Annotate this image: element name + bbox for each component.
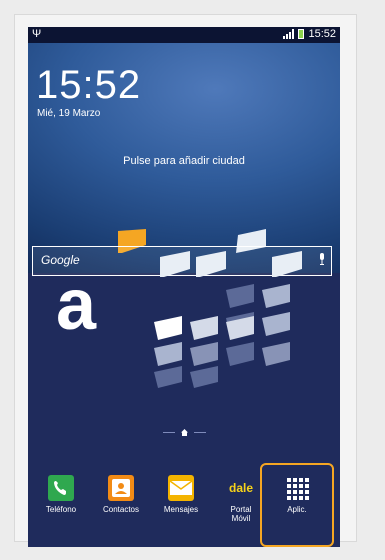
apps-highlight bbox=[260, 463, 334, 547]
brand-bubble-white-3 bbox=[272, 251, 302, 277]
brand-pattern bbox=[154, 284, 290, 388]
messages-icon bbox=[168, 475, 194, 501]
brand-bubble-white-1 bbox=[160, 251, 190, 277]
signal-icon bbox=[283, 29, 295, 39]
status-bar: Ψ 15:52 bbox=[28, 27, 340, 43]
dock-label-portal: Portal Móvil bbox=[230, 505, 252, 523]
dock-item-contacts[interactable]: Contactos bbox=[94, 475, 148, 514]
microphone-icon[interactable] bbox=[319, 253, 325, 265]
dock-item-phone[interactable]: Teléfono bbox=[34, 475, 88, 514]
brand-letter-a: a bbox=[56, 265, 97, 345]
lockscreen-widget[interactable]: 15:52 Mié, 19 Marzo Pulse para añadir ci… bbox=[28, 43, 340, 273]
date-display: Mié, 19 Marzo bbox=[37, 108, 101, 119]
weather-prompt[interactable]: Pulse para añadir ciudad bbox=[28, 155, 340, 167]
dock-item-messages[interactable]: Mensajes bbox=[154, 475, 208, 514]
dock-label-phone: Teléfono bbox=[45, 505, 77, 514]
contacts-icon bbox=[108, 475, 134, 501]
phone-screen: Ψ 15:52 15:52 Mié, 19 Marzo Pulse para a… bbox=[28, 27, 340, 547]
dale-icon: dale bbox=[228, 481, 253, 495]
clock-display: 15:52 bbox=[36, 63, 142, 107]
dock-label-messages: Mensajes bbox=[163, 505, 199, 514]
status-time: 15:52 bbox=[308, 28, 336, 40]
phone-icon bbox=[48, 475, 74, 501]
page-indicator[interactable] bbox=[28, 429, 340, 436]
home-icon bbox=[180, 429, 188, 436]
status-right: 15:52 bbox=[283, 28, 336, 40]
usb-icon: Ψ bbox=[32, 28, 42, 40]
page-indicator-right bbox=[193, 432, 206, 433]
dock-label-contacts: Contactos bbox=[102, 505, 140, 514]
battery-icon bbox=[298, 29, 305, 39]
page-indicator-left bbox=[162, 432, 175, 433]
brand-bubble-white-2 bbox=[196, 251, 226, 277]
